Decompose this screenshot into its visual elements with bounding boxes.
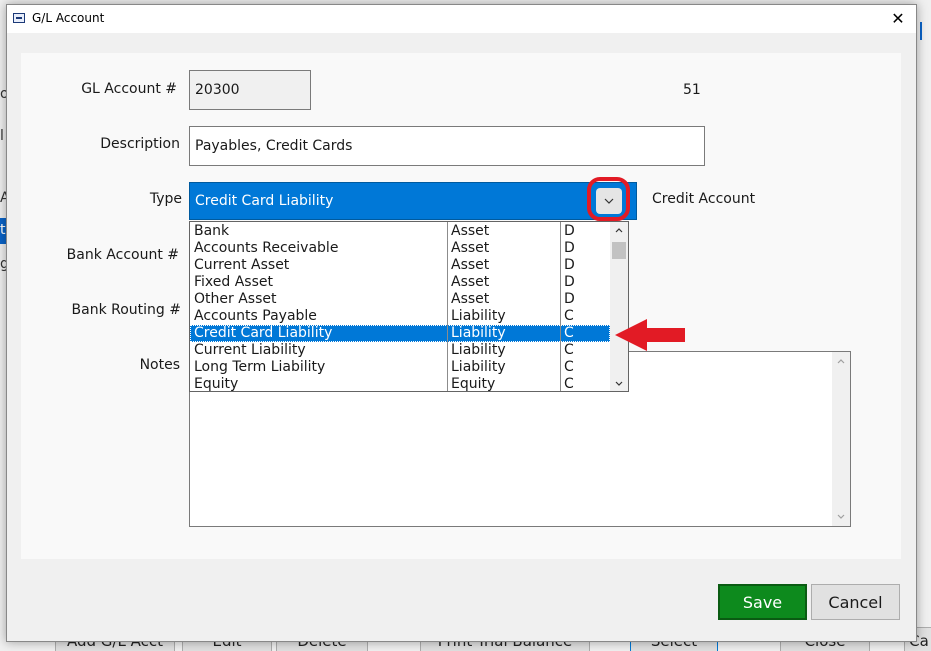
bg-edge-icon	[920, 22, 931, 40]
dropdown-option[interactable]: Accounts Payable Liability C	[190, 308, 610, 325]
scroll-down-icon	[615, 381, 623, 386]
option-category: Asset	[451, 257, 490, 273]
option-category: Liability	[451, 359, 506, 375]
scroll-up-icon	[837, 359, 845, 364]
type-dropdown-list[interactable]: Equity Equity C Long Term Liability Liabilit…	[189, 221, 629, 392]
type-label: Type	[149, 191, 182, 207]
dropdown-scrollbar[interactable]	[610, 222, 628, 391]
credit-account-label: Credit Account	[652, 191, 756, 207]
option-side: D	[564, 257, 575, 273]
screen: o l A t g Add G/L Acct Edit Delete Print…	[0, 0, 931, 651]
dropdown-option[interactable]: Accounts Receivable Asset D	[190, 240, 610, 257]
option-category: Asset	[451, 223, 490, 239]
description-field[interactable]	[189, 126, 705, 166]
dialog-titlebar[interactable]: G/L Account ✕	[7, 5, 916, 33]
dropdown-option[interactable]: Equity Equity C	[190, 376, 610, 392]
type-combobox[interactable]: Credit Card Liability	[189, 182, 637, 220]
notes-label: Notes	[139, 357, 180, 373]
gl-account-label: GL Account #	[81, 81, 177, 97]
option-category: Asset	[451, 274, 490, 290]
dropdown-option[interactable]: Current Liability Liability C	[190, 342, 610, 359]
scroll-up-icon	[615, 228, 623, 233]
notes-scrollbar[interactable]	[832, 352, 850, 526]
scroll-down-icon	[837, 514, 845, 519]
option-category: Equity	[451, 376, 496, 392]
option-side: C	[564, 376, 574, 392]
gl-account-field[interactable]	[189, 70, 311, 110]
option-category: Liability	[451, 342, 506, 358]
dropdown-option[interactable]: Other Asset Asset D	[190, 291, 610, 308]
bank-account-label: Bank Account #	[66, 247, 179, 263]
option-name: Current Asset	[194, 257, 290, 273]
option-side: D	[564, 291, 575, 307]
close-icon: ✕	[891, 9, 905, 28]
bg-text-fragment: t	[0, 222, 6, 238]
dropdown-option[interactable]: Current Asset Asset D	[190, 257, 610, 274]
option-name: Credit Card Liability	[194, 325, 333, 341]
type-dropdown-button[interactable]	[596, 188, 622, 214]
gl-account-dialog: G/L Account ✕ GL Account # 51 Descriptio…	[6, 4, 917, 642]
close-button[interactable]: ✕	[880, 5, 916, 33]
gl-count-value: 51	[683, 82, 701, 98]
option-name: Fixed Asset	[194, 274, 273, 290]
option-side: D	[564, 274, 575, 290]
dropdown-option[interactable]: Long Term Liability Liability C	[190, 359, 610, 376]
option-side: C	[564, 342, 574, 358]
option-name: Equity	[194, 376, 239, 392]
option-name: Other Asset	[194, 291, 277, 307]
annotation-arrow-icon	[615, 319, 685, 351]
dialog-title: G/L Account	[32, 11, 105, 25]
option-side: D	[564, 240, 575, 256]
scrollbar-thumb[interactable]	[612, 242, 626, 259]
option-side: C	[564, 308, 574, 324]
bg-text-fragment: l	[0, 128, 4, 144]
cancel-button[interactable]: Cancel	[811, 584, 900, 620]
column-divider	[560, 222, 561, 391]
option-name: Bank	[194, 223, 230, 239]
option-name: Current Liability	[194, 342, 306, 358]
column-divider	[447, 222, 448, 391]
option-category: Liability	[451, 308, 506, 324]
chevron-down-icon	[604, 198, 614, 204]
option-category: Asset	[451, 240, 490, 256]
option-name: Accounts Receivable	[194, 240, 339, 256]
form-icon	[13, 13, 25, 23]
dropdown-option[interactable]: Credit Card Liability Liability C	[190, 325, 610, 342]
bank-routing-label: Bank Routing #	[71, 302, 181, 318]
option-side: C	[564, 325, 574, 341]
type-combobox-value: Credit Card Liability	[195, 193, 334, 209]
option-category: Liability	[451, 325, 506, 341]
save-button[interactable]: Save	[718, 584, 807, 620]
option-side: D	[564, 223, 575, 239]
option-side: C	[564, 359, 574, 375]
description-label: Description	[100, 136, 180, 152]
option-name: Accounts Payable	[194, 308, 317, 324]
dropdown-option[interactable]: Bank Asset D	[190, 223, 610, 240]
option-name: Long Term Liability	[194, 359, 326, 375]
option-category: Asset	[451, 291, 490, 307]
dropdown-option[interactable]: Fixed Asset Asset D	[190, 274, 610, 291]
